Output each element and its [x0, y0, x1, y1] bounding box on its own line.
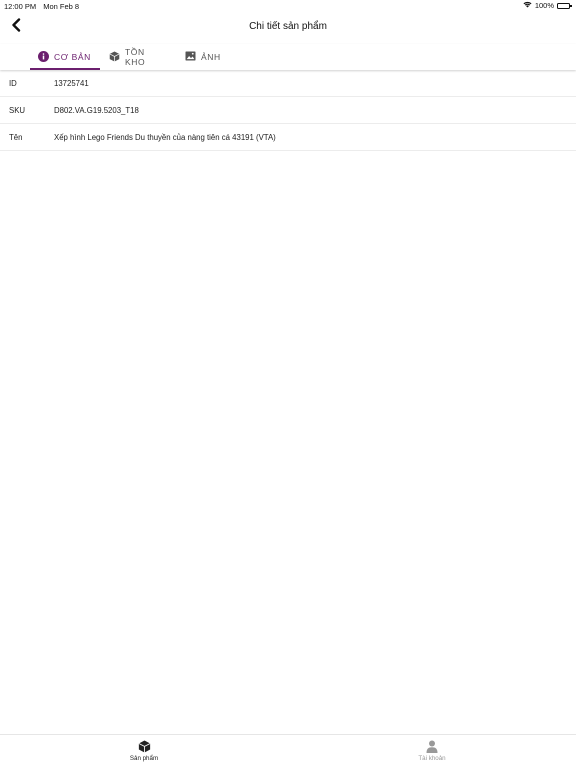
bottom-tab-bar: Sản phẩm Tài khoản: [0, 734, 576, 768]
detail-list: ID 13725741 SKU D802.VA.G19.5203_T18 Tên…: [0, 70, 576, 151]
battery-icon: [557, 2, 572, 9]
status-right: 100%: [523, 1, 572, 10]
wifi-icon: [523, 1, 532, 10]
bottom-tab-products[interactable]: Sản phẩm: [84, 739, 204, 762]
page-title: Chi tiết sản phẩm: [249, 21, 327, 32]
tab-images-label: ẢNH: [201, 52, 221, 62]
navigation-bar: Chi tiết sản phẩm: [0, 12, 576, 44]
image-icon: [185, 51, 196, 63]
detail-row-id: ID 13725741: [0, 70, 576, 97]
detail-value: Xếp hình Lego Friends Du thuyền của nàng…: [54, 133, 276, 142]
battery-percent: 100%: [534, 1, 554, 10]
detail-value: D802.VA.G19.5203_T18: [54, 106, 139, 115]
cube-icon: [84, 739, 204, 753]
status-left: 12:00 PM Mon Feb 8: [4, 2, 84, 11]
status-time: 12:00 PM: [4, 2, 37, 11]
tab-inventory[interactable]: TỒN KHO: [101, 44, 175, 70]
tab-inventory-label: TỒN KHO: [125, 47, 146, 67]
person-icon: [372, 739, 492, 753]
box-icon: [109, 50, 120, 64]
detail-label: ID: [9, 79, 17, 88]
tab-basic-label: CƠ BẢN: [54, 52, 91, 62]
tab-basic[interactable]: CƠ BẢN: [30, 44, 100, 70]
bottom-tab-products-label: Sản phẩm: [129, 755, 159, 762]
detail-label: Tên: [9, 133, 23, 142]
detail-row-sku: SKU D802.VA.G19.5203_T18: [0, 97, 576, 124]
tab-bar: CƠ BẢN TỒN KHO ẢNH: [0, 44, 576, 70]
info-circle-icon: [38, 50, 49, 64]
status-bar: 12:00 PM Mon Feb 8 100%: [0, 0, 576, 12]
bottom-tab-account-label: Tài khoản: [418, 755, 446, 762]
detail-label: SKU: [9, 106, 26, 115]
status-date: Mon Feb 8: [43, 2, 80, 11]
detail-row-name: Tên Xếp hình Lego Friends Du thuyền của …: [0, 124, 576, 151]
bottom-tab-account[interactable]: Tài khoản: [372, 739, 492, 762]
tab-images[interactable]: ẢNH: [177, 44, 229, 70]
detail-value: 13725741: [54, 79, 89, 88]
